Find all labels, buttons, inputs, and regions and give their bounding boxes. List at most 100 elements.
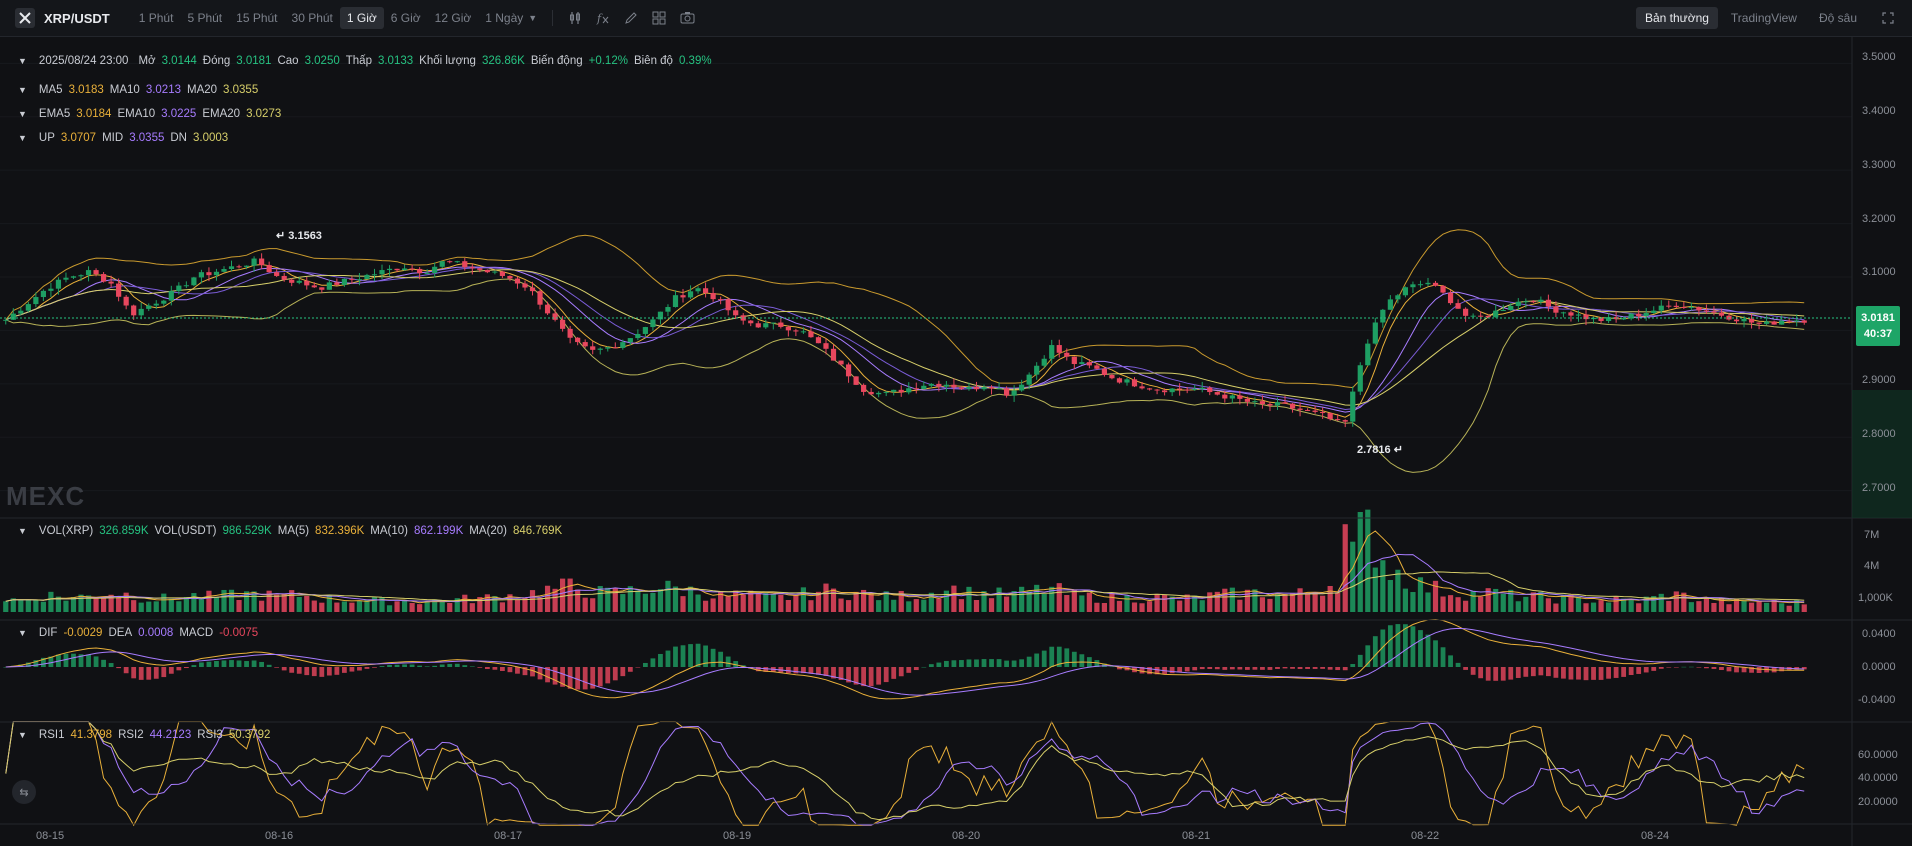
candle-body (1350, 391, 1356, 422)
low-marker: 2.7816 ↵ (1357, 444, 1403, 456)
macd-bar (883, 667, 889, 683)
macd-bar (1696, 667, 1702, 668)
candle-body (1297, 408, 1303, 410)
volume-bar (590, 598, 596, 612)
candle-body (1372, 322, 1378, 344)
last-price-value: 3.0181 (1861, 312, 1895, 324)
candle-body (386, 268, 393, 271)
macd-bar (552, 667, 558, 685)
candle-body (898, 389, 904, 393)
candle-body (1493, 310, 1499, 318)
dea-value: 0.0008 (138, 627, 174, 639)
boll-lower-line (5, 278, 1805, 473)
volume-bar (198, 599, 205, 612)
volume-bar (349, 602, 355, 612)
last-price-tag: 3.0181 40:37 (1856, 306, 1900, 346)
candle-body (710, 293, 716, 300)
macd-bar (1545, 667, 1551, 677)
collapse-chevron-icon[interactable]: ▼ (18, 85, 27, 95)
candle-body (1575, 314, 1582, 316)
collapse-chevron-icon[interactable]: ▼ (18, 56, 27, 66)
volume-bar (1357, 511, 1363, 612)
ema10-label: EMA10 (117, 108, 156, 120)
macd-bar (1305, 667, 1310, 669)
volume-bar (1455, 597, 1461, 612)
candle-body (838, 360, 844, 365)
volume-bar (906, 601, 912, 612)
vol-xrp-value: 326.859K (99, 525, 149, 537)
candle-body (1184, 389, 1190, 391)
candle-body (1417, 284, 1424, 286)
candle-body (1538, 299, 1544, 302)
ohlc-date: 2025/08/24 23:00 (38, 55, 129, 67)
candle-body (936, 383, 942, 387)
macd-bar (1666, 667, 1672, 668)
candle-body (161, 300, 167, 304)
candle-body (943, 384, 949, 387)
candle-body (1703, 310, 1710, 312)
macd-bar (951, 660, 957, 667)
candle-body (371, 274, 378, 276)
candle-body (1779, 320, 1785, 325)
volume-bar (838, 598, 844, 612)
candle-body (1545, 299, 1551, 307)
macd-bar (921, 666, 927, 668)
volume-bar (40, 601, 46, 612)
volume-bar (48, 591, 54, 612)
candle-body (401, 268, 408, 271)
settings-toggle-icon[interactable]: ⇆ (12, 780, 36, 804)
candle-body (1177, 388, 1183, 390)
macd-bar (176, 667, 182, 671)
candle-body (1621, 318, 1627, 320)
candle-body (1718, 312, 1725, 316)
macd-bar (1538, 667, 1544, 676)
macd-bar (1290, 667, 1295, 669)
macd-bar (469, 666, 475, 667)
price-chart[interactable] (0, 0, 1912, 846)
candle-body (484, 269, 490, 273)
candle-body (499, 271, 506, 276)
candle-body (1116, 378, 1123, 383)
volume-bar (146, 601, 152, 612)
volume-bar (63, 600, 69, 612)
boll-up-value: 3.0707 (60, 132, 97, 144)
collapse-chevron-icon[interactable]: ▼ (18, 730, 27, 740)
macd-bar (492, 667, 498, 670)
change-value: +0.12% (588, 55, 628, 67)
volume-bar (401, 599, 408, 612)
collapse-chevron-icon[interactable]: ▼ (18, 109, 27, 119)
candle-body (168, 291, 174, 301)
macd-bar (1433, 640, 1438, 667)
macd-bar (424, 666, 430, 667)
ema10-line (5, 267, 1805, 411)
candle-body (379, 270, 385, 275)
collapse-chevron-icon[interactable]: ▼ (18, 628, 27, 638)
macd-bar (718, 651, 724, 667)
amplitude-value: 0.39% (678, 55, 712, 67)
volume-bar (951, 585, 957, 612)
macd-bar (251, 660, 257, 667)
candle-body (1289, 403, 1296, 409)
macd-value: -0.0075 (219, 627, 259, 639)
candle-body (334, 282, 340, 285)
candle-body (326, 282, 332, 290)
macd-bar (710, 648, 716, 667)
candle-body (364, 274, 370, 280)
vol-xrp-label: VOL(XRP) (38, 525, 94, 537)
collapse-chevron-icon[interactable]: ▼ (18, 526, 27, 536)
volume-bar (1703, 597, 1710, 612)
candle-body (921, 385, 927, 390)
candle-body (100, 274, 107, 282)
volume-bar (702, 600, 709, 612)
candle-body (996, 388, 1002, 390)
ma5-line (5, 262, 1805, 418)
collapse-chevron-icon[interactable]: ▼ (18, 133, 27, 143)
candle-body (1214, 392, 1220, 395)
volume-axis-label: 1,000K (1858, 592, 1893, 604)
candle-body (1139, 386, 1145, 389)
macd-bar (1372, 636, 1378, 667)
candle-body (1259, 401, 1266, 405)
volume-bar (853, 591, 859, 612)
bollinger-bands (5, 229, 1805, 473)
candle-body (1553, 306, 1559, 313)
